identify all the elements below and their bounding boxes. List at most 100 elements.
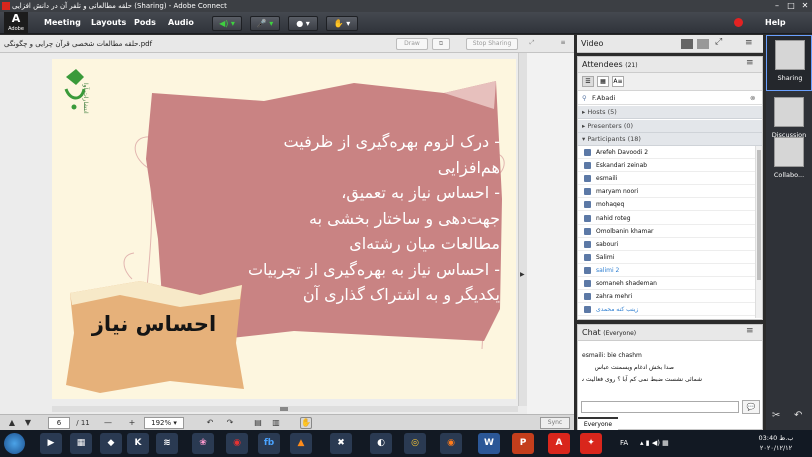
fit-page-icon[interactable]: ▥ — [270, 415, 282, 431]
app-icon[interactable]: ◐ — [370, 433, 392, 454]
previous-page-icon[interactable]: ▲ — [6, 415, 18, 431]
breakout-view-icon[interactable]: A≡ — [612, 76, 624, 87]
participant-row[interactable]: sabouri — [578, 238, 755, 251]
participant-row[interactable]: زینب کنه محمدی — [578, 303, 755, 317]
participant-row[interactable]: Omolbanin khamar — [578, 225, 755, 238]
sync-button[interactable]: Sync — [540, 417, 570, 429]
webcam-button[interactable]: ● ▾ — [288, 16, 318, 31]
fullscreen-icon[interactable]: ⤢ — [525, 38, 539, 50]
menu-layouts[interactable]: Layouts — [91, 12, 126, 34]
pod-menu-icon[interactable]: ≡ — [746, 326, 754, 336]
scroll-right-arrow-icon[interactable]: ▶ — [520, 271, 525, 278]
participant-name: esmaili — [596, 175, 618, 183]
menu-pods[interactable]: Pods — [134, 12, 156, 34]
pod-menu-icon[interactable]: ≡ — [745, 38, 753, 48]
pointer-tool-icon[interactable]: ✋ — [300, 417, 312, 429]
chat-send-button[interactable]: 💬 — [742, 400, 760, 414]
participant-row[interactable]: Eskandari zeinab — [578, 159, 755, 173]
menu-meeting[interactable]: Meeting — [44, 12, 81, 34]
tools-icon[interactable]: ✂ — [772, 410, 780, 421]
pdf-reader-icon[interactable]: A — [548, 433, 570, 454]
powerpoint-icon[interactable]: P — [512, 433, 534, 454]
share-pod-header: حلقه مطالعات شخصی قرآن چرایی و چگونگی.pd… — [0, 35, 574, 53]
menu-audio[interactable]: Audio — [168, 12, 194, 34]
media-player-icon[interactable]: ▶ — [40, 433, 62, 454]
participant-row[interactable]: zahra mehri — [578, 290, 755, 304]
participant-name: zahra mehri — [596, 293, 633, 301]
close-icon[interactable]: ✕ — [798, 1, 812, 11]
next-page-icon[interactable]: ▼ — [22, 415, 34, 431]
participant-row[interactable]: Salimi — [578, 251, 755, 264]
current-user-row[interactable]: ⚲ F.Abadi ⊗ — [578, 91, 762, 105]
speaker-button[interactable]: ◀) ▾ — [212, 16, 242, 31]
slide-vertical-scrollbar[interactable]: ▶ — [518, 53, 527, 406]
layout-sharing[interactable]: Sharing — [766, 35, 812, 91]
scroll-thumb[interactable] — [757, 150, 761, 280]
group-participants[interactable]: ▾ Participants (18) — [578, 133, 762, 146]
draw-button[interactable]: Draw — [396, 38, 428, 50]
record-indicator-icon[interactable] — [734, 18, 743, 27]
word-icon[interactable]: W — [478, 433, 500, 454]
attendees-scrollbar[interactable] — [755, 146, 762, 318]
clock-time: 03:40 ب.ظ — [758, 434, 794, 442]
clock-date: ۲۰۲۰/۱۲/۱۲ — [759, 444, 793, 452]
file-explorer-icon[interactable]: ▦ — [70, 433, 92, 454]
page-number-input[interactable]: 6 — [48, 417, 70, 429]
system-clock[interactable]: 03:40 ب.ظ ۲۰۲۰/۱۲/۱۲ — [752, 433, 800, 453]
start-button[interactable] — [4, 433, 25, 454]
slide-horizontal-scrollbar[interactable] — [52, 406, 518, 412]
app-icon[interactable]: ❀ — [192, 433, 214, 454]
single-view-icon[interactable] — [697, 39, 709, 49]
status-view-icon[interactable]: ▦ — [597, 76, 609, 87]
participant-row[interactable]: nahid roteg — [578, 212, 755, 225]
zoom-in-icon[interactable]: + — [126, 415, 138, 431]
vlc-icon[interactable]: ▲ — [290, 433, 312, 454]
group-hosts[interactable]: ▸ Hosts (5) — [578, 106, 762, 119]
fb-app-icon[interactable]: fb — [258, 433, 280, 454]
participant-row[interactable]: Arefeh Davoodi 2 — [578, 146, 755, 159]
raise-hand-button[interactable]: ✋ ▾ — [326, 16, 358, 31]
scroll-thumb[interactable] — [280, 407, 288, 411]
document-options-icon[interactable]: ⧉ — [432, 38, 450, 50]
rotate-left-icon[interactable]: ↶ — [204, 415, 216, 431]
app-icon[interactable]: ✖ — [330, 433, 352, 454]
chat-input[interactable] — [581, 401, 739, 413]
fullscreen-icon[interactable]: ⤢ — [715, 37, 722, 47]
participant-row[interactable]: salimi 2 — [578, 264, 755, 277]
participant-row[interactable]: maryam noori — [578, 185, 755, 199]
undo-icon[interactable]: ↶ — [794, 410, 802, 421]
app-icon[interactable]: K — [127, 433, 149, 454]
rotate-right-icon[interactable]: ↷ — [224, 415, 236, 431]
clear-icon[interactable]: ⊗ — [750, 91, 755, 105]
tray-icons[interactable]: ▴ ▮ ◀) ▦ — [640, 430, 669, 457]
app-icon[interactable]: ≋ — [156, 433, 178, 454]
fit-width-icon[interactable]: ▤ — [252, 415, 264, 431]
chrome-icon[interactable]: ◎ — [404, 433, 426, 454]
adobe-connect-icon[interactable]: ✦ — [580, 433, 602, 454]
zoom-select[interactable]: 192% ▾ — [144, 417, 184, 429]
chat-title-label: Chat — [582, 328, 601, 337]
chat-tab-everyone[interactable]: Everyone — [578, 417, 618, 430]
participant-row[interactable]: mohaqeq — [578, 198, 755, 212]
participant-icon — [584, 201, 591, 209]
microphone-button[interactable]: 🎤 ▾ — [250, 16, 280, 31]
group-presenters[interactable]: ▸ Presenters (0) — [578, 120, 762, 133]
app-icon[interactable]: ◆ — [100, 433, 122, 454]
input-language[interactable]: FA — [620, 430, 628, 457]
zoom-out-icon[interactable]: — — [102, 415, 114, 431]
slide-line: هم‌افزایی — [437, 157, 500, 177]
participant-list: Arefeh Davoodi 2 Eskandari zeinab esmaili m… — [578, 146, 755, 318]
layout-collaboration[interactable]: Collabo... — [766, 133, 812, 189]
pod-menu-icon[interactable]: ≡ — [746, 58, 754, 68]
filmstrip-view-icon[interactable] — [681, 39, 693, 49]
recorder-icon[interactable]: ◉ — [226, 433, 248, 454]
maximize-icon[interactable]: □ — [784, 1, 798, 11]
menu-help[interactable]: Help — [765, 12, 786, 34]
stop-sharing-button[interactable]: Stop Sharing — [466, 38, 518, 50]
minimize-icon[interactable]: – — [770, 1, 784, 11]
participant-row[interactable]: esmaili — [578, 172, 755, 186]
firefox-icon[interactable]: ◉ — [440, 433, 462, 454]
participant-row[interactable]: somaneh shademan — [578, 277, 755, 290]
pod-menu-icon[interactable]: ≡ — [556, 38, 570, 50]
list-view-icon[interactable]: ☰ — [582, 76, 594, 87]
